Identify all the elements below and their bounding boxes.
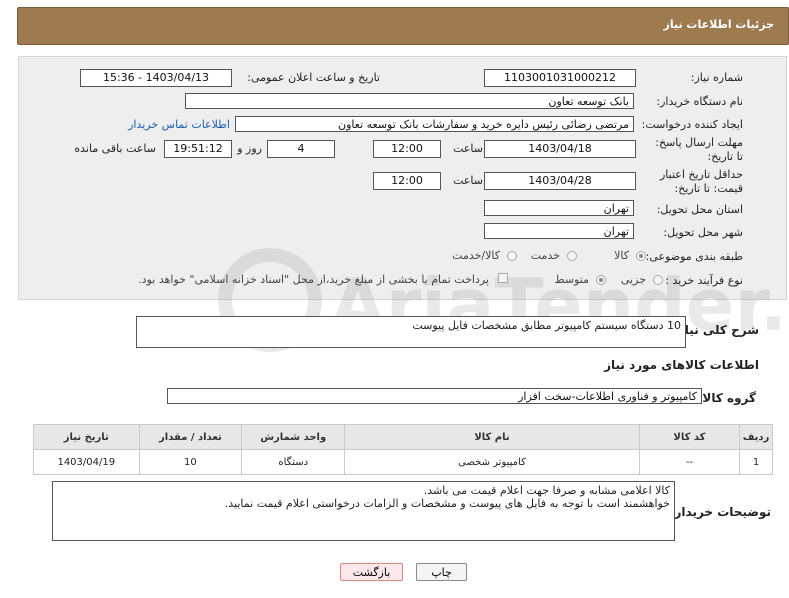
table-header-row: ردیف کد کالا نام کالا واحد شمارش تعداد /…: [33, 424, 773, 450]
validity-hour-label: ساعت: [453, 174, 483, 187]
goods-info-heading: اطلاعات کالاهای مورد نیاز: [604, 358, 759, 372]
purchase-medium-radio[interactable]: [596, 275, 606, 285]
buyer-org-label: نام دستگاه خریدار:: [656, 95, 743, 108]
goods-group-label: گروه کالا:: [697, 391, 756, 405]
city-field: تهران: [484, 223, 634, 239]
reply-hour-label: ساعت: [453, 142, 483, 155]
category-goods-service-radio[interactable]: [507, 251, 517, 261]
need-number-label: شماره نیاز:: [690, 71, 743, 84]
purchase-medium-label: متوسط: [554, 273, 589, 286]
table-row: 1 -- کامپیوتر شخصی دستگاه 10 1403/04/19: [33, 449, 773, 475]
purchase-type-label: نوع فرآیند خرید :: [665, 274, 743, 287]
price-validity-label: حداقل تاریخ اعتبار قیمت: تا تاریخ:: [659, 168, 743, 195]
reply-deadline-label: مهلت ارسال پاسخ: تا تاریخ:: [655, 136, 743, 163]
creator-label: ایجاد کننده درخواست:: [641, 118, 743, 131]
buyer-org-field: بانک توسعه تعاون: [185, 93, 634, 109]
buyer-contact-link[interactable]: اطلاعات تماس خریدار: [128, 118, 230, 131]
validity-time-field: 12:00: [373, 172, 441, 190]
purchase-minor-label: جزیی: [620, 273, 646, 286]
category-goods-service-label: کالا/خدمت: [452, 249, 500, 262]
announce-datetime-label: تاریخ و ساعت اعلان عمومی:: [247, 71, 380, 84]
cell-row: 1: [739, 449, 773, 475]
general-desc-textarea[interactable]: [136, 316, 686, 348]
col-name-header: نام کالا: [344, 424, 640, 450]
cell-qty: 10: [138, 449, 243, 475]
buyer-notes-textarea[interactable]: [52, 481, 675, 541]
buyer-notes-label: توضیحات خریدار:: [669, 505, 771, 519]
creator-field: مرتضی رضائی رئیس دایره خرید و سفارشات با…: [235, 116, 634, 132]
goods-group-field: کامپیوتر و فناوری اطلاعات-سخت افزار: [167, 388, 702, 404]
category-service-radio[interactable]: [567, 251, 577, 261]
cell-unit: دستگاه: [241, 449, 346, 475]
back-button[interactable]: بازگشت: [340, 563, 403, 581]
category-goods-radio[interactable]: [636, 251, 646, 261]
col-code-header: کد کالا: [638, 424, 741, 450]
cell-name: کامپیوتر شخصی: [344, 449, 640, 475]
cell-date: 1403/04/19: [33, 449, 140, 475]
province-field: تهران: [484, 200, 634, 216]
validity-date-field: 1403/04/28: [484, 172, 636, 190]
cell-code: --: [638, 449, 741, 475]
treasury-payment-checkbox[interactable]: [498, 273, 508, 283]
need-number-field: 1103001031000212: [484, 69, 636, 87]
city-label: شهر محل تحویل:: [663, 226, 743, 239]
treasury-payment-note: پرداخت تمام یا بخشی از مبلغ خرید،از محل …: [138, 273, 489, 286]
category-goods-label: کالا: [614, 249, 629, 262]
category-service-label: خدمت: [530, 249, 560, 262]
col-unit-header: واحد شمارش: [241, 424, 346, 450]
reply-date-field: 1403/04/18: [484, 140, 636, 158]
reply-time-field: 12:00: [373, 140, 441, 158]
page-header: جزئیات اطلاعات نیاز: [17, 7, 789, 45]
days-remaining-field: 4: [267, 140, 335, 158]
remaining-time-field: 19:51:12: [164, 140, 232, 158]
goods-table: ردیف کد کالا نام کالا واحد شمارش تعداد /…: [33, 424, 773, 475]
col-date-header: تاریخ نیاز: [33, 424, 140, 450]
hours-remaining-label: ساعت باقی مانده: [74, 142, 156, 155]
purchase-minor-radio[interactable]: [653, 275, 663, 285]
day-and-label: روز و: [237, 142, 262, 155]
col-row-header: ردیف: [739, 424, 773, 450]
print-button[interactable]: چاپ: [416, 563, 467, 581]
province-label: استان محل تحویل:: [656, 203, 743, 216]
col-qty-header: تعداد / مقدار: [138, 424, 243, 450]
category-label: طبقه بندی موضوعی:: [645, 250, 743, 263]
announce-datetime-field: 1403/04/13 - 15:36: [80, 69, 232, 87]
page-title: جزئیات اطلاعات نیاز: [663, 18, 775, 31]
